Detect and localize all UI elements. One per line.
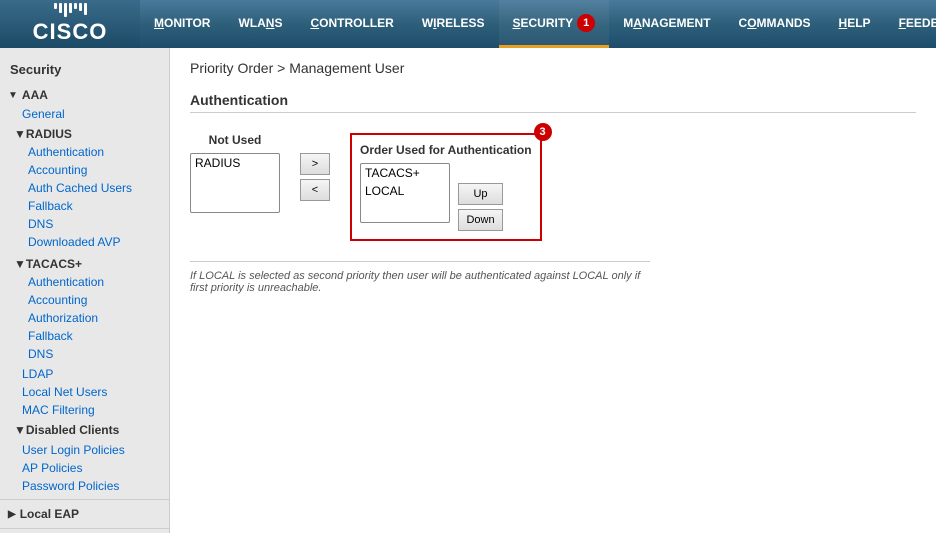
order-option-local[interactable]: LOCAL xyxy=(361,182,449,200)
cisco-logo: CISCO xyxy=(33,19,108,45)
sidebar-tacacs-section: ▼ TACACS+ Authentication Accounting Auth… xyxy=(0,253,169,365)
info-text: If LOCAL is selected as second priority … xyxy=(190,261,650,294)
move-right-button[interactable]: > xyxy=(300,153,330,175)
order-box-inner: TACACS+ LOCAL Up Down xyxy=(360,163,532,231)
not-used-container: Not Used RADIUS xyxy=(190,133,280,213)
local-eap-arrow-icon: ▶ xyxy=(8,509,16,520)
nav-wlans[interactable]: WLANs xyxy=(224,0,296,48)
nav-security[interactable]: SECURITY 1 xyxy=(499,0,610,48)
up-down-buttons: Up Down xyxy=(458,183,503,231)
divider-1 xyxy=(0,499,169,500)
content-area: Priority Order > Management User Authent… xyxy=(170,48,936,533)
authentication-layout: Not Used RADIUS > < 3 Order Used for Aut… xyxy=(190,133,916,241)
nav-help[interactable]: HELP xyxy=(825,0,885,48)
order-box-badge: 3 xyxy=(534,123,552,141)
up-button[interactable]: Up xyxy=(458,183,503,205)
not-used-listbox[interactable]: RADIUS xyxy=(190,153,280,213)
sidebar-aaa-header[interactable]: ▼ AAA xyxy=(0,85,169,105)
nav-wireless[interactable]: WIRELESS xyxy=(408,0,499,48)
aaa-label: AAA xyxy=(22,88,48,102)
sidebar-local-eap-header[interactable]: ▶ Local EAP xyxy=(0,504,169,524)
order-box-outer: 3 Order Used for Authentication TACACS+ … xyxy=(350,133,542,241)
nav-management[interactable]: MANAGEMENT xyxy=(609,0,724,48)
sidebar-item-radius-acct[interactable]: Accounting xyxy=(14,161,161,179)
nav-commands[interactable]: COMMANDS xyxy=(725,0,825,48)
sidebar-item-ap-policies[interactable]: AP Policies xyxy=(0,459,169,477)
tacacs-label: TACACS+ xyxy=(26,257,82,271)
sidebar-item-mac-filter[interactable]: MAC Filtering xyxy=(0,401,169,419)
tacacs-arrow-icon: ▼ xyxy=(14,257,26,271)
security-badge: 1 xyxy=(577,14,595,32)
sidebar-title: Security xyxy=(0,56,169,85)
sidebar-item-downloaded[interactable]: Downloaded AVP xyxy=(14,233,161,251)
sidebar-item-auth-cached[interactable]: Auth Cached Users xyxy=(14,179,161,197)
sidebar-item-general[interactable]: General xyxy=(0,105,169,123)
nav-feedback[interactable]: FEEDBACK xyxy=(885,0,936,48)
disabled-arrow-icon: ▼ xyxy=(14,423,26,437)
arrow-buttons-container: > < xyxy=(300,153,330,201)
sidebar-section-local-eap: ▶ Local EAP xyxy=(0,504,169,524)
sidebar: Security ▼ AAA General ▼ RADIUS Authenti… xyxy=(0,48,170,533)
not-used-option-radius[interactable]: RADIUS xyxy=(191,154,279,172)
order-used-listbox[interactable]: TACACS+ LOCAL xyxy=(360,163,450,223)
logo-area: CISCO xyxy=(0,0,140,48)
sidebar-item-tacacs-dns[interactable]: DNS xyxy=(14,345,161,363)
not-used-label: Not Used xyxy=(209,133,262,147)
sidebar-tacacs-header[interactable]: ▼ TACACS+ xyxy=(14,255,161,273)
sidebar-item-tacacs-fall[interactable]: Fallback xyxy=(14,327,161,345)
order-used-wrapper: Order Used for Authentication TACACS+ LO… xyxy=(350,133,542,241)
sidebar-item-ldap[interactable]: LDAP xyxy=(0,365,169,383)
sidebar-item-fallback[interactable]: Fallback xyxy=(14,197,161,215)
nav-items: MONITOR WLANs CONTROLLER WIRELESS SECURI… xyxy=(140,0,936,48)
radius-arrow-icon: ▼ xyxy=(14,127,26,141)
top-navigation: CISCO MONITOR WLANs CONTROLLER WIRELESS … xyxy=(0,0,936,48)
sidebar-radius-section: ▼ RADIUS Authentication Accounting Auth … xyxy=(0,123,169,253)
down-button[interactable]: Down xyxy=(458,209,503,231)
breadcrumb: Priority Order > Management User xyxy=(190,60,916,76)
aaa-arrow-icon: ▼ xyxy=(8,90,18,101)
sidebar-disabled-section: ▼ Disabled Clients xyxy=(0,419,169,441)
nav-controller[interactable]: CONTROLLER xyxy=(296,0,407,48)
sidebar-section-aaa: ▼ AAA General ▼ RADIUS Authentication Ac… xyxy=(0,85,169,495)
order-used-label: Order Used for Authentication xyxy=(360,143,532,157)
divider-2 xyxy=(0,528,169,529)
nav-monitor[interactable]: MONITOR xyxy=(140,0,224,48)
sidebar-item-tacacs-auth[interactable]: Authentication xyxy=(14,273,161,291)
radius-label: RADIUS xyxy=(26,127,72,141)
sidebar-item-tacacs-authz[interactable]: Authorization xyxy=(14,309,161,327)
move-left-button[interactable]: < xyxy=(300,179,330,201)
cisco-bars-icon xyxy=(54,3,87,17)
disabled-label: Disabled Clients xyxy=(26,423,119,437)
local-eap-label: Local EAP xyxy=(20,507,79,521)
sidebar-item-pw-policies[interactable]: Password Policies xyxy=(0,477,169,495)
sidebar-item-user-login[interactable]: User Login Policies xyxy=(0,441,169,459)
sidebar-radius-header[interactable]: ▼ RADIUS xyxy=(14,125,161,143)
sidebar-item-radius-auth[interactable]: Authentication xyxy=(14,143,161,161)
sidebar-disabled-header[interactable]: ▼ Disabled Clients xyxy=(14,421,161,439)
main-layout: Security ▼ AAA General ▼ RADIUS Authenti… xyxy=(0,48,936,533)
sidebar-item-local-net[interactable]: Local Net Users xyxy=(0,383,169,401)
section-title: Authentication xyxy=(190,92,916,113)
sidebar-item-tacacs-acct[interactable]: Accounting xyxy=(14,291,161,309)
order-option-tacacs[interactable]: TACACS+ xyxy=(361,164,449,182)
sidebar-item-dns[interactable]: DNS xyxy=(14,215,161,233)
